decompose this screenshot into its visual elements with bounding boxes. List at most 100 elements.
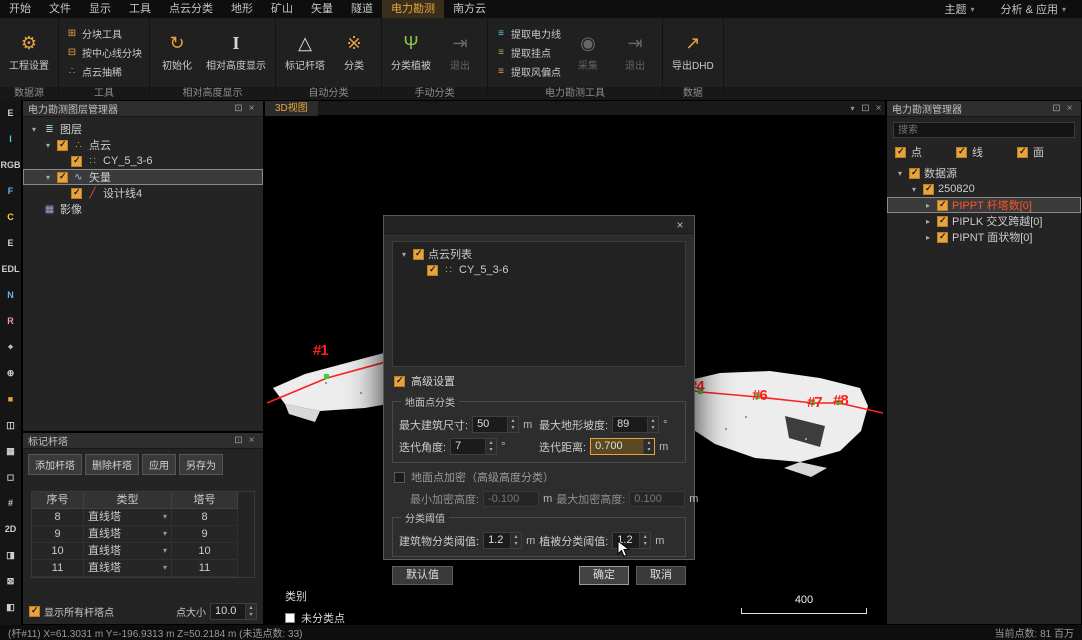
chevron-down-icon[interactable]: ▾ — [846, 101, 859, 116]
manager-node-datasource[interactable]: 数据源 — [887, 165, 1081, 181]
datasource-checkbox[interactable] — [909, 168, 920, 179]
expand-icon[interactable] — [923, 233, 933, 242]
ok-button[interactable]: 确定 — [579, 566, 629, 585]
close-icon[interactable]: × — [245, 101, 258, 116]
expand-icon[interactable] — [43, 141, 53, 150]
pointcloud-checkbox[interactable] — [57, 140, 68, 151]
menu-display[interactable]: 显示 — [80, 0, 120, 18]
menu-power-survey[interactable]: 电力勘测 — [382, 0, 444, 18]
stepper-arrows-icon[interactable] — [507, 417, 518, 432]
expand-icon[interactable] — [29, 125, 39, 134]
menu-vector[interactable]: 矢量 — [302, 0, 342, 18]
pointcloud-list-checkbox[interactable] — [413, 249, 424, 260]
dialog-node-cy536[interactable]: ∷ CY_5_3-6 — [393, 262, 685, 278]
section-icon[interactable]: ◨ — [0, 542, 21, 568]
power-exit-button[interactable]: ⇥ 退出 — [613, 31, 657, 74]
expand-icon[interactable] — [895, 169, 905, 178]
filter-line[interactable]: 线 — [956, 144, 1011, 160]
grid-icon[interactable]: ▦ — [0, 438, 21, 464]
vector-checkbox[interactable] — [57, 172, 68, 183]
layer-node-designline[interactable]: ╱ 设计线4 — [23, 185, 263, 201]
layer-node-pointcloud[interactable]: ∴ 点云 — [23, 137, 263, 153]
filter-icon[interactable]: F — [0, 178, 21, 204]
extract-windsway-button[interactable]: ≡ 提取风偏点 — [495, 64, 561, 79]
measure-icon[interactable]: ◻ — [0, 464, 21, 490]
areas-checkbox[interactable] — [937, 232, 948, 243]
type-combobox[interactable]: 直线塔 — [84, 509, 172, 526]
expand-icon[interactable] — [909, 185, 919, 194]
type-combobox[interactable]: 直线塔 — [84, 526, 172, 543]
max-densify-input[interactable]: 0.100 — [629, 491, 685, 507]
expand-icon[interactable] — [399, 250, 409, 259]
stepper-arrows-icon[interactable] — [643, 439, 654, 454]
iteration-distance-stepper[interactable]: 0.700 — [590, 438, 655, 455]
returns-icon[interactable]: R — [0, 308, 21, 334]
menu-south-cloud[interactable]: 南方云 — [444, 0, 495, 18]
2d-view-icon[interactable]: 2D — [0, 516, 21, 542]
classification-icon[interactable]: C — [0, 204, 21, 230]
expand-icon[interactable] — [43, 173, 53, 182]
min-densify-input[interactable]: -0.100 — [483, 491, 539, 507]
manager-node-areas[interactable]: PIPNT 面状物[0] — [887, 229, 1081, 245]
search-input[interactable] — [893, 122, 1075, 138]
mark-tower-button[interactable]: △ 标记杆塔 — [281, 31, 329, 74]
layer-node-image[interactable]: ▦ 影像 — [23, 201, 263, 217]
table-row[interactable]: 8 直线塔 8 — [32, 509, 254, 526]
manual-exit-button[interactable]: ⇥ 退出 — [438, 31, 482, 74]
building-threshold-stepper[interactable]: 1.2 — [483, 532, 522, 549]
analysis-app-menu[interactable]: 分析 & 应用 — [991, 1, 1082, 17]
manager-node-towers[interactable]: PIPPT 杆塔数[0] — [887, 197, 1081, 213]
stepper-arrows-icon[interactable] — [510, 533, 521, 548]
select-box-icon[interactable]: ■ — [0, 386, 21, 412]
initialize-button[interactable]: ↻ 初始化 — [155, 31, 199, 74]
designline-checkbox[interactable] — [71, 188, 82, 199]
type-combobox[interactable]: 直线塔 — [84, 560, 172, 577]
classify-button[interactable]: ※ 分类 — [332, 31, 376, 74]
table-row[interactable]: 9 直线塔 9 — [32, 526, 254, 543]
delete-tower-button[interactable]: 删除杆塔 — [85, 454, 139, 475]
max-slope-stepper[interactable]: 89 — [612, 416, 659, 433]
normals-icon[interactable]: N — [0, 282, 21, 308]
menu-start[interactable]: 开始 — [0, 0, 40, 18]
close-icon[interactable]: × — [672, 218, 688, 232]
profile-icon[interactable]: # — [0, 490, 21, 516]
classify-vegetation-button[interactable]: Ψ 分类植被 — [387, 31, 435, 74]
menu-tunnel[interactable]: 隧道 — [342, 0, 382, 18]
split-view-icon[interactable]: ◫ — [0, 412, 21, 438]
close-icon[interactable]: × — [245, 433, 258, 448]
polygon-filter-checkbox[interactable] — [1017, 147, 1028, 158]
densify-ground-checkbox[interactable] — [394, 472, 405, 483]
tab-3d-view[interactable]: 3D视图 — [265, 101, 318, 116]
menu-tools[interactable]: 工具 — [120, 0, 160, 18]
show-all-towers-checkbox[interactable] — [29, 606, 40, 617]
iteration-angle-stepper[interactable]: 7 — [450, 438, 497, 455]
elevation-icon[interactable]: E — [0, 100, 21, 126]
menu-mining[interactable]: 矿山 — [262, 0, 302, 18]
float-icon[interactable]: ⊡ — [859, 101, 872, 116]
layer-node-vector[interactable]: ∿ 矢量 — [23, 169, 263, 185]
menu-pointcloud-classify[interactable]: 点云分类 — [160, 0, 222, 18]
save-as-button[interactable]: 另存为 — [179, 454, 223, 475]
line-filter-checkbox[interactable] — [956, 147, 967, 158]
collect-button[interactable]: ◉ 采集 — [566, 31, 610, 74]
apply-button[interactable]: 应用 — [142, 454, 176, 475]
block-tool-button[interactable]: ⊞ 分块工具 — [66, 26, 142, 41]
point-filter-checkbox[interactable] — [895, 147, 906, 158]
default-values-button[interactable]: 默认值 — [392, 566, 453, 585]
relative-height-button[interactable]: I 相对高度显示 — [202, 31, 270, 74]
menu-terrain[interactable]: 地形 — [222, 0, 262, 18]
dialog-cy536-checkbox[interactable] — [427, 265, 438, 276]
stepper-arrows-icon[interactable] — [639, 533, 650, 548]
stepper-arrows-icon[interactable] — [485, 439, 496, 454]
layer-node-cy536[interactable]: ∷ CY_5_3-6 — [23, 153, 263, 169]
edl-icon[interactable]: EDL — [0, 256, 21, 282]
pointcloud-thin-button[interactable]: ∴ 点云抽稀 — [66, 64, 142, 79]
theme-menu[interactable]: 主题 — [935, 1, 991, 17]
clip-icon[interactable]: ⊠ — [0, 568, 21, 594]
add-tower-button[interactable]: 添加杆塔 — [28, 454, 82, 475]
centerline-block-button[interactable]: ⊟ 按中心线分块 — [66, 45, 142, 60]
advanced-settings-checkbox[interactable] — [394, 376, 405, 387]
project-settings-button[interactable]: ⚙ 工程设置 — [5, 31, 53, 74]
layer-node-root[interactable]: ≣ 图层 — [23, 121, 263, 137]
stepper-arrows-icon[interactable] — [245, 604, 256, 619]
